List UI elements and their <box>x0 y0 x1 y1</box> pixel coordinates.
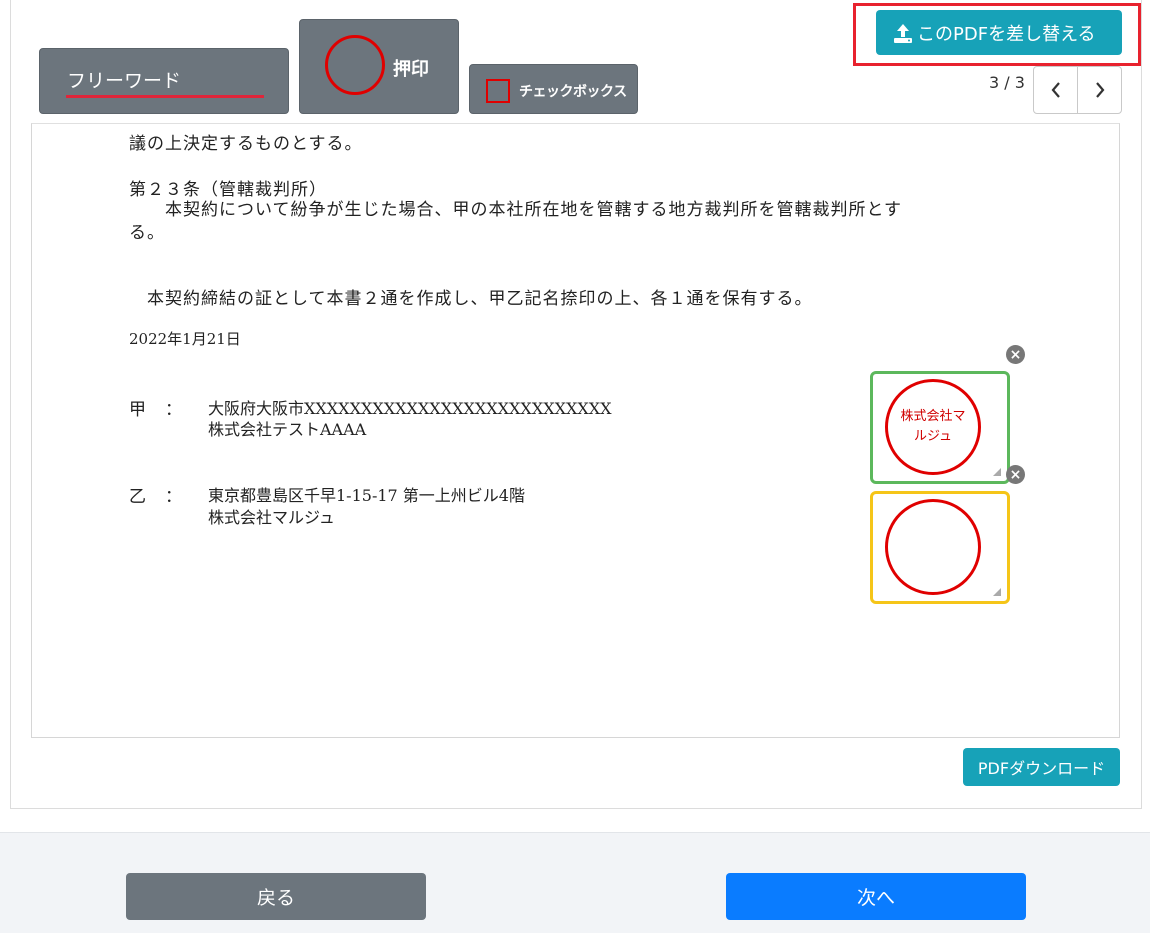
doc-line: る。 <box>129 223 165 243</box>
doc-line: 本契約について紛争が生じた場合、甲の本社所在地を管轄する地方裁判所を管轄裁判所と… <box>129 200 902 220</box>
party-a-label: 甲 ： <box>129 400 183 420</box>
replace-pdf-label: このPDFを差し替える <box>917 23 1096 45</box>
checkbox-tool-label: チェックボックス <box>519 84 627 100</box>
doc-date: 2022年1月21日 <box>129 330 241 348</box>
next-button[interactable]: 次へ <box>726 873 1026 920</box>
chevron-right-icon <box>1095 82 1104 98</box>
party-b-label: 乙 ： <box>129 487 183 507</box>
resize-handle-icon[interactable] <box>993 588 1001 596</box>
freeword-underline <box>66 95 264 98</box>
freeword-tool-button[interactable]: フリーワード <box>39 48 289 114</box>
chevron-left-icon <box>1051 82 1060 98</box>
party-a-name: 株式会社テストAAAA <box>208 420 367 439</box>
company-seal: 株式会社マ ルジュ <box>885 379 981 475</box>
seal-text-line-1: 株式会社マ <box>900 409 966 424</box>
replace-pdf-button[interactable]: このPDFを差し替える <box>876 10 1122 55</box>
checkbox-square-icon <box>486 79 510 103</box>
prev-page-button[interactable] <box>1034 67 1077 113</box>
placed-stamp-2[interactable] <box>870 491 1010 604</box>
doc-line: 議の上決定するものとする。 <box>129 134 363 154</box>
seal-text-line-2: ルジュ <box>913 429 953 444</box>
placed-stamp-1[interactable]: 株式会社マ ルジュ <box>870 371 1010 484</box>
remove-stamp-2-icon[interactable]: × <box>1006 465 1025 484</box>
upload-icon <box>894 23 912 43</box>
checkbox-tool-button[interactable]: チェックボックス <box>469 64 638 114</box>
remove-stamp-1-icon[interactable]: × <box>1006 345 1025 364</box>
empty-seal <box>885 499 981 595</box>
stamp-tool-label: 押印 <box>393 59 429 80</box>
party-b-address: 東京都豊島区千早1-15-17 第一上州ビル4階 <box>208 486 525 505</box>
page-indicator: 3 / 3 <box>989 73 1025 92</box>
next-page-button[interactable] <box>1077 67 1121 113</box>
pdf-download-button[interactable]: PDFダウンロード <box>963 748 1120 786</box>
freeword-tool-label: フリーワード <box>67 70 182 92</box>
party-b-name: 株式会社マルジュ <box>208 508 335 527</box>
doc-line: 本契約締結の証として本書２通を作成し、甲乙記名捺印の上、各１通を保有する。 <box>129 289 813 309</box>
back-button[interactable]: 戻る <box>126 873 426 920</box>
pager-buttons <box>1033 66 1122 114</box>
resize-handle-icon[interactable] <box>993 468 1001 476</box>
stamp-tool-button[interactable]: 押印 <box>299 19 459 114</box>
stamp-circle-icon <box>325 35 385 95</box>
